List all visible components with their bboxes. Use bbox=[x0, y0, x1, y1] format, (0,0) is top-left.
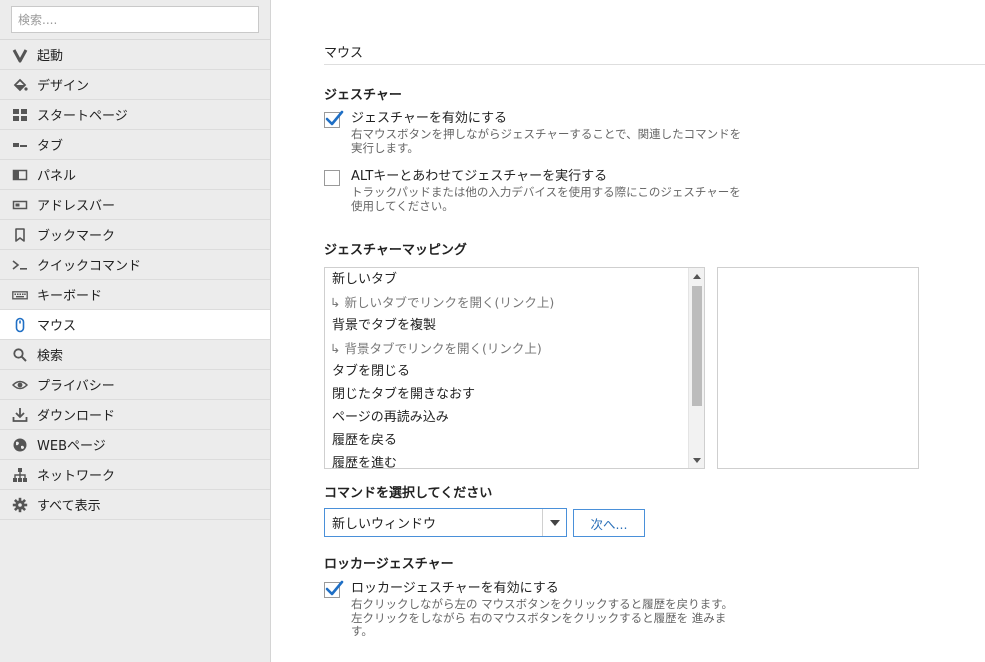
sidebar-item-12[interactable]: ダウンロード bbox=[0, 400, 270, 430]
sidebar-item-0[interactable]: 起動 bbox=[0, 40, 270, 70]
rocker-gestures-row: ロッカージェスチャーを有効にする 右クリックしながら左の マウスボタンをクリック… bbox=[324, 580, 743, 639]
alt-gestures-label: ALTキーとあわせてジェスチャーを実行する bbox=[351, 169, 608, 184]
alt-gestures-desc: トラックパッドまたは他の入力デバイスを使用する際にこのジェスチャーを使用してくだ… bbox=[351, 185, 741, 213]
mapping-heading: ジェスチャーマッピング bbox=[324, 243, 467, 258]
network-icon bbox=[11, 466, 29, 484]
sidebar-item-13[interactable]: WEBページ bbox=[0, 430, 270, 460]
mapping-item[interactable]: タブを閉じる bbox=[325, 360, 704, 383]
alt-gestures-checkbox[interactable] bbox=[324, 170, 340, 186]
command-select-value: 新しいウィンドウ bbox=[332, 517, 437, 532]
mapping-item[interactable]: ↳ 背景タブでリンクを開く(リンク上) bbox=[325, 337, 704, 360]
gear-icon bbox=[11, 496, 29, 514]
settings-sidebar: 起動デザインスタートページタブパネルアドレスバーブックマーククイックコマンドキー… bbox=[0, 0, 271, 662]
enable-gestures-checkbox[interactable] bbox=[324, 110, 344, 128]
mapping-items: 新しいタブ ↳ 新しいタブでリンクを開く(リンク上) 背景でタブを複製 ↳ 背景タブで… bbox=[325, 268, 704, 468]
next-button[interactable]: 次へ... bbox=[573, 509, 645, 537]
command-select[interactable]: 新しいウィンドウ bbox=[324, 508, 567, 537]
address-bar-icon bbox=[11, 196, 29, 214]
enable-gestures-row: ジェスチャーを有効にする 右マウスボタンを押しながらジェスチャーすることで、関連… bbox=[324, 110, 743, 155]
sidebar-item-label: クイックコマンド bbox=[37, 259, 142, 274]
gestures-heading: ジェスチャー bbox=[324, 88, 402, 103]
quick-command-icon bbox=[11, 256, 29, 274]
search-input[interactable] bbox=[11, 6, 259, 33]
eye-icon bbox=[11, 376, 29, 394]
sidebar-item-label: ブックマーク bbox=[37, 229, 116, 244]
gesture-preview bbox=[717, 267, 919, 469]
sidebar-item-label: デザイン bbox=[37, 79, 90, 94]
sidebar-item-label: WEBページ bbox=[37, 439, 106, 454]
scroll-down-arrow-icon[interactable] bbox=[689, 452, 704, 468]
command-heading: コマンドを選択してください bbox=[324, 486, 493, 501]
sidebar-item-6[interactable]: ブックマーク bbox=[0, 220, 270, 250]
globe-icon bbox=[11, 436, 29, 454]
sidebar-item-14[interactable]: ネットワーク bbox=[0, 460, 270, 490]
mapping-item[interactable]: 新しいタブ bbox=[325, 268, 704, 291]
mapping-item[interactable]: 背景でタブを複製 bbox=[325, 314, 704, 337]
sidebar-item-10[interactable]: 検索 bbox=[0, 340, 270, 370]
mapping-item[interactable]: 履歴を進む bbox=[325, 452, 704, 468]
sidebar-item-label: スタートページ bbox=[37, 109, 128, 124]
sidebar-item-label: 検索 bbox=[37, 349, 64, 364]
panel-icon bbox=[11, 166, 29, 184]
sidebar-item-label: タブ bbox=[37, 139, 64, 154]
mapping-item[interactable]: ページの再読み込み bbox=[325, 406, 704, 429]
paint-bucket-icon bbox=[11, 76, 29, 94]
sidebar-item-3[interactable]: タブ bbox=[0, 130, 270, 160]
dropdown-arrow-icon[interactable] bbox=[542, 509, 566, 536]
sidebar-item-label: ダウンロード bbox=[37, 409, 116, 424]
sidebar-item-label: ネットワーク bbox=[37, 469, 116, 484]
alt-gestures-row: ALTキーとあわせてジェスチャーを実行する トラックパッドまたは他の入力デバイス… bbox=[324, 169, 743, 213]
sidebar-item-9[interactable]: マウス bbox=[0, 310, 270, 340]
enable-gestures-label: ジェスチャーを有効にする bbox=[351, 111, 508, 126]
bookmark-icon bbox=[11, 226, 29, 244]
sidebar-item-2[interactable]: スタートページ bbox=[0, 100, 270, 130]
checkmark-icon bbox=[325, 110, 344, 126]
rocker-gestures-desc: 右クリックしながら左の マウスボタンをクリックすると履歴を戻ります。左クリックを… bbox=[351, 597, 734, 638]
sidebar-item-label: プライバシー bbox=[37, 379, 115, 394]
mapping-scrollbar[interactable] bbox=[688, 268, 704, 468]
keyboard-icon bbox=[11, 286, 29, 304]
sidebar-nav: 起動デザインスタートページ タブパネルアドレスバー ブックマーククイックコマンド キー… bbox=[0, 40, 270, 520]
settings-main: マウス ジェスチャー ジェスチャーを有効にする 右マウスボタンを押しながらジェス… bbox=[271, 0, 985, 662]
rocker-gestures-label: ロッカージェスチャーを有効にする bbox=[351, 581, 559, 596]
rocker-heading: ロッカージェスチャー bbox=[324, 557, 454, 572]
enable-gestures-desc: 右マウスボタンを押しながらジェスチャーすることで、関連したコマンドを実行します。 bbox=[351, 127, 742, 155]
download-icon bbox=[11, 406, 29, 424]
scroll-thumb[interactable] bbox=[692, 286, 702, 406]
mapping-item[interactable]: ↳ 新しいタブでリンクを開く(リンク上) bbox=[325, 291, 704, 314]
page-title: マウス bbox=[324, 46, 364, 61]
sidebar-item-5[interactable]: アドレスバー bbox=[0, 190, 270, 220]
tab-icon bbox=[11, 136, 29, 154]
title-divider bbox=[324, 64, 985, 65]
mapping-item[interactable]: 閉じたタブを開きなおす bbox=[325, 383, 704, 406]
grid-icon bbox=[11, 106, 29, 124]
sidebar-item-label: アドレスバー bbox=[37, 199, 116, 214]
sidebar-search bbox=[0, 0, 270, 40]
rocker-gestures-checkbox[interactable] bbox=[324, 580, 344, 598]
vivaldi-logo-icon bbox=[11, 46, 29, 64]
sidebar-item-label: パネル bbox=[37, 169, 77, 184]
checkmark-icon bbox=[325, 580, 344, 596]
sidebar-item-1[interactable]: デザイン bbox=[0, 70, 270, 100]
sidebar-item-label: マウス bbox=[37, 319, 77, 334]
sidebar-item-8[interactable]: キーボード bbox=[0, 280, 270, 310]
sidebar-item-7[interactable]: クイックコマンド bbox=[0, 250, 270, 280]
gesture-mapping-list[interactable]: 新しいタブ ↳ 新しいタブでリンクを開く(リンク上) 背景でタブを複製 ↳ 背景タブで… bbox=[324, 267, 705, 469]
magnifier-icon bbox=[11, 346, 29, 364]
sidebar-item-15[interactable]: すべて表示 bbox=[0, 490, 270, 520]
sidebar-item-4[interactable]: パネル bbox=[0, 160, 270, 190]
sidebar-item-label: すべて表示 bbox=[37, 499, 101, 514]
sidebar-item-label: 起動 bbox=[37, 49, 64, 64]
mapping-item[interactable]: 履歴を戻る bbox=[325, 429, 704, 452]
mouse-icon bbox=[11, 316, 29, 334]
scroll-up-arrow-icon[interactable] bbox=[689, 268, 704, 284]
sidebar-item-label: キーボード bbox=[37, 289, 103, 304]
sidebar-item-11[interactable]: プライバシー bbox=[0, 370, 270, 400]
